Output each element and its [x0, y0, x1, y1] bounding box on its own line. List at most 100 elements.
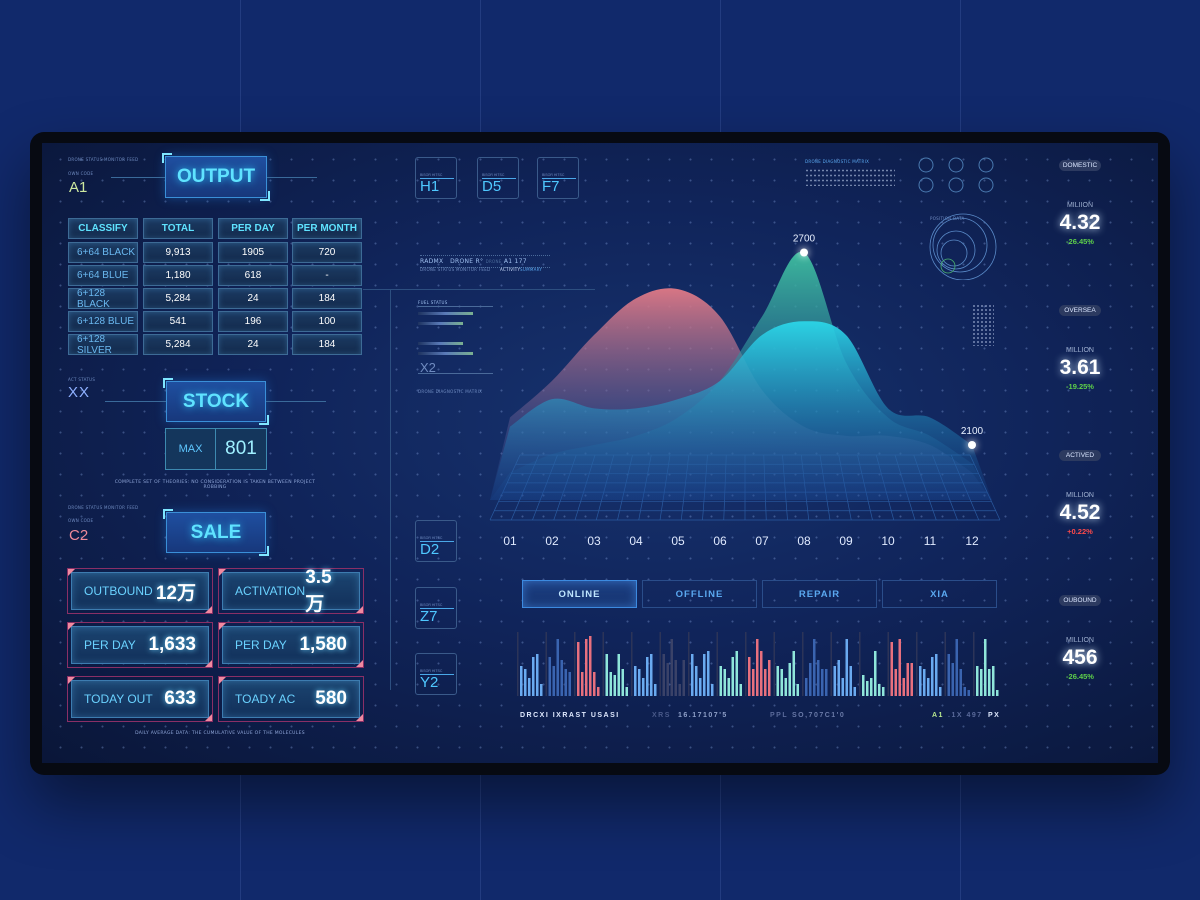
connector: [105, 401, 166, 402]
x-tick-label: 07: [755, 534, 769, 548]
sale-card-value: 3.5万: [305, 566, 332, 615]
sale-card-body: PER DAY 1,633: [71, 626, 209, 664]
table-cell: 5,284: [143, 334, 213, 355]
bar: [520, 666, 523, 696]
table-header[interactable]: TOTAL: [143, 218, 213, 239]
gauge-change: -26.45%: [1066, 672, 1094, 681]
bar: [910, 663, 913, 696]
table-header[interactable]: PER DAY: [218, 218, 288, 239]
table-header[interactable]: CLASSIFY: [68, 218, 138, 239]
bar: [776, 666, 779, 696]
footer-xrs-value: 16.17107'5: [678, 712, 728, 719]
code-box[interactable]: BISOR HITSC D2: [415, 520, 457, 562]
gauge-label: DOMESTIC: [1059, 160, 1101, 171]
sale-card-label: TOADY AC: [235, 692, 296, 706]
bar: [963, 687, 966, 696]
code-value: D2: [420, 541, 440, 558]
tab-online[interactable]: ONLINE: [522, 580, 637, 608]
bar: [902, 678, 905, 696]
bar: [597, 687, 600, 696]
x-tick-label: 12: [965, 534, 979, 548]
sale-card: TOADY AC 580: [218, 676, 364, 722]
gauge-unit: MILLION: [1065, 492, 1094, 499]
bar: [748, 657, 751, 696]
annotation-dot[interactable]: [968, 441, 976, 449]
bar: [939, 687, 942, 696]
bar: [731, 657, 734, 696]
table-row-label: 6+64 BLACK: [68, 242, 138, 263]
code-c2: C2: [69, 527, 89, 544]
bar: [833, 666, 836, 696]
sale-card-value: 580: [315, 688, 347, 709]
gauge-unit: MILIION: [1066, 202, 1094, 209]
bar-separator: [517, 632, 519, 696]
bar: [935, 654, 938, 696]
bar-separator: [574, 632, 576, 696]
bar: [984, 639, 987, 696]
bar: [764, 669, 767, 696]
table-cell: 24: [218, 288, 288, 309]
output-button[interactable]: OUTPUT: [162, 153, 270, 201]
tab-xia[interactable]: XIA: [882, 580, 997, 608]
sale-card-body: TODAY OUT 633: [71, 680, 209, 718]
bar-separator: [745, 632, 747, 696]
fuel-bar: [418, 342, 463, 345]
x-tick-label: 03: [587, 534, 601, 548]
x-tick-label: 08: [797, 534, 811, 548]
gauge-value: 3.61: [1059, 356, 1101, 379]
x-tick-label: 01: [503, 534, 517, 548]
bar: [703, 654, 706, 696]
footer-xrs-key: XRS: [652, 712, 671, 719]
code-box[interactable]: BISOR HITSC D5: [477, 157, 519, 199]
gauge-label: OUBOUND: [1059, 595, 1101, 606]
table-header[interactable]: PER MONTH: [292, 218, 362, 239]
connector: [266, 401, 326, 402]
bar: [605, 654, 608, 696]
bar: [577, 642, 580, 696]
bar: [992, 666, 995, 696]
bar: [947, 654, 950, 696]
bar: [923, 669, 926, 696]
table-cell: 24: [218, 334, 288, 355]
bar: [866, 681, 869, 696]
fuel-bar: [418, 352, 473, 355]
annotation-dot[interactable]: [800, 248, 808, 257]
tab-offline[interactable]: OFFLINE: [642, 580, 757, 608]
bar: [788, 663, 791, 696]
stock-button[interactable]: STOCK: [163, 378, 269, 425]
bar: [996, 690, 999, 696]
fuel-status-label: FUEL STATUS: [418, 300, 448, 305]
footer-a1: A1: [932, 712, 944, 719]
code-box[interactable]: BISOR HITSC Z7: [415, 587, 457, 629]
status-label: DRONE STATUS MONITOR FEED: [68, 505, 139, 510]
diag-label: DRONE DIAGNOSTIC MATRIX: [418, 389, 483, 394]
code-box[interactable]: BISOR HITSC F7: [537, 157, 579, 199]
table-cell: 1905: [218, 242, 288, 263]
bar: [845, 639, 848, 696]
diag-matrix-label: DRONE DIAGNOSTIC MATRIX: [805, 159, 870, 164]
table-row-label: 6+64 BLUE: [68, 265, 138, 286]
bar: [617, 654, 620, 696]
table-cell: 100: [292, 311, 362, 332]
bar: [589, 636, 592, 696]
bar: [670, 639, 673, 696]
bar: [919, 666, 922, 696]
code-box[interactable]: BISOR HITSC Y2: [415, 653, 457, 695]
status-label: DRONE STATUS MONITOR FEED: [68, 157, 139, 162]
bar: [882, 687, 885, 696]
bar-chart: [517, 632, 999, 696]
code-a1: A1: [69, 179, 88, 196]
bar-separator: [802, 632, 804, 696]
code-value: F7: [542, 178, 560, 195]
bar-separator: [887, 632, 889, 696]
bar: [951, 663, 954, 696]
sale-button[interactable]: SALE: [163, 509, 269, 556]
bar-separator: [944, 632, 946, 696]
bar: [719, 666, 722, 696]
bar: [634, 666, 637, 696]
footer-scale: .1X 497: [948, 712, 983, 719]
area-chart: 01 02 03 04 05 06 07 08 09 10 11 12 2700 2100: [489, 234, 1001, 548]
tab-repair[interactable]: REPAIR: [762, 580, 877, 608]
code-box[interactable]: BISOR HITSC H1: [415, 157, 457, 199]
bar: [650, 654, 653, 696]
